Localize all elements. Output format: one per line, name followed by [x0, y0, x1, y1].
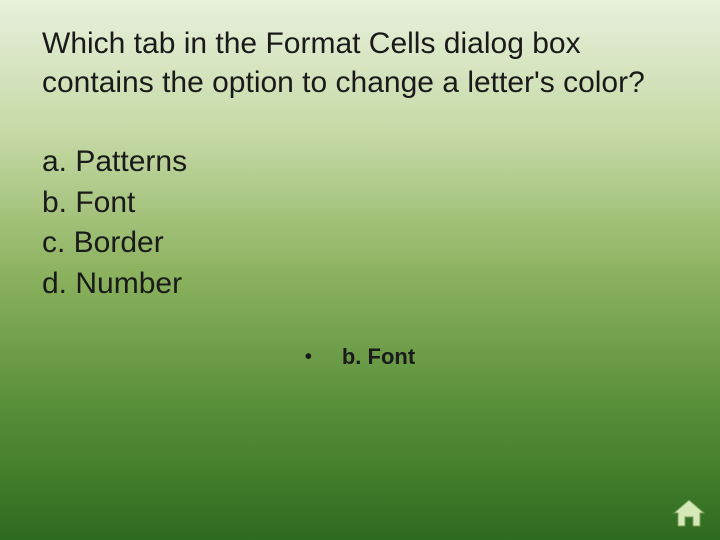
answer-text: b. Font — [342, 344, 415, 370]
house-icon — [672, 515, 706, 532]
home-button[interactable] — [672, 498, 706, 528]
bullet-icon: • — [305, 346, 312, 369]
question-text: Which tab in the Format Cells dialog box… — [42, 24, 678, 102]
options-list: a. Patterns b. Font c. Border d. Number — [42, 142, 678, 304]
option-a: a. Patterns — [42, 142, 678, 183]
option-d: d. Number — [42, 264, 678, 305]
option-b: b. Font — [42, 183, 678, 224]
answer-row: • b. Font — [42, 344, 678, 370]
option-c: c. Border — [42, 223, 678, 264]
slide-content: Which tab in the Format Cells dialog box… — [0, 0, 720, 394]
